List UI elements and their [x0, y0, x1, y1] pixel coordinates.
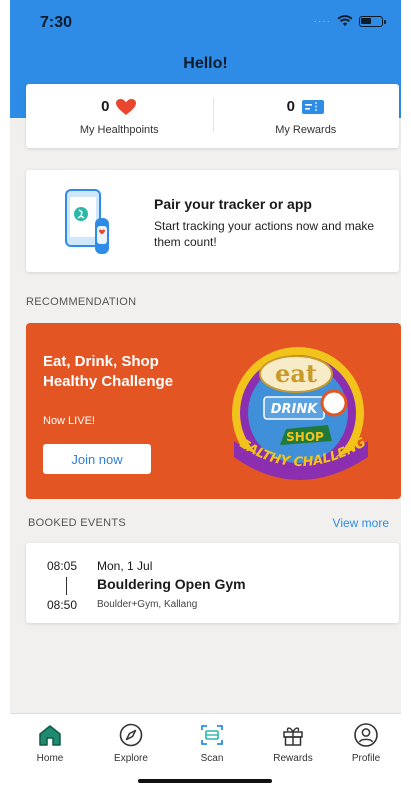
event-date: Mon, 1 Jul	[97, 559, 153, 573]
profile-icon	[354, 723, 378, 747]
nav-explore[interactable]: Explore	[96, 722, 166, 764]
stats-card: 0 My Healthpoints 0 My Rewards	[26, 84, 399, 148]
challenge-banner[interactable]: Eat, Drink, Shop Healthy Challenge Now L…	[26, 323, 401, 499]
ticket-icon	[301, 99, 324, 114]
heart-icon	[116, 98, 137, 115]
event-end-time: 08:50	[47, 598, 78, 612]
nav-profile-label: Profile	[351, 753, 381, 764]
event-start-time: 08:05	[47, 559, 78, 573]
view-more-link[interactable]: View more	[333, 516, 389, 530]
status-bar: 7:30 ····	[10, 0, 401, 44]
rewards-value: 0	[286, 98, 295, 115]
pair-card-title: Pair your tracker or app	[154, 196, 312, 212]
nav-rewards[interactable]: Rewards	[258, 722, 328, 764]
challenge-art-image: eat DRINK SHOP HEALTHY CHALLENGE	[216, 337, 369, 480]
nav-explore-label: Explore	[114, 753, 148, 764]
challenge-status: Now LIVE!	[43, 415, 95, 427]
healthpoints-label: My Healthpoints	[79, 123, 159, 136]
event-title: Bouldering Open Gym	[97, 576, 246, 592]
status-time: 7:30	[40, 14, 73, 31]
app-screen: 7:30 ···· Hello! 0 My Healthpoints 0 My …	[0, 0, 411, 789]
join-now-button[interactable]: Join now	[43, 444, 151, 474]
nav-rewards-label: Rewards	[273, 753, 313, 764]
greeting-title: Hello!	[183, 55, 228, 72]
status-icons: ····	[313, 15, 386, 27]
compass-icon	[119, 723, 143, 747]
wifi-icon	[337, 15, 353, 26]
bottom-nav: Home Explore Scan Rewards Profile	[10, 713, 401, 789]
nav-scan[interactable]: Scan	[177, 722, 247, 764]
event-time-divider	[66, 577, 67, 595]
challenge-title: Eat, Drink, Shop Healthy Challenge	[43, 353, 174, 390]
pair-tracker-card[interactable]: Pair your tracker or app Start tracking …	[26, 170, 399, 272]
gift-icon	[283, 727, 303, 746]
event-card[interactable]: 08:05 08:50 Mon, 1 Jul Bouldering Open G…	[26, 543, 399, 623]
healthpoints-value: 0	[101, 98, 110, 115]
art-eat-text: eat	[275, 359, 317, 388]
rewards-stat[interactable]: 0 My Rewards	[212, 84, 400, 148]
nav-profile[interactable]: Profile	[331, 722, 401, 764]
signal-icon: ····	[313, 15, 331, 27]
art-drink-text: DRINK	[271, 402, 319, 417]
pair-card-subtitle: Start tracking your actions now and make…	[154, 219, 375, 249]
nav-home[interactable]: Home	[15, 722, 85, 764]
home-indicator	[138, 779, 272, 783]
scan-icon	[201, 725, 223, 745]
nav-scan-label: Scan	[200, 753, 224, 764]
battery-icon	[359, 15, 386, 27]
home-icon	[39, 725, 61, 746]
tracker-phone-icon	[65, 189, 109, 254]
rewards-label: My Rewards	[275, 123, 337, 136]
healthpoints-stat[interactable]: 0 My Healthpoints	[26, 84, 213, 148]
event-location: Boulder+Gym, Kallang	[97, 599, 198, 610]
art-shop-text: SHOP	[286, 430, 324, 444]
booked-events-label: BOOKED EVENTS	[28, 517, 127, 529]
recommendation-label: RECOMMENDATION	[26, 296, 137, 308]
nav-home-label: Home	[36, 753, 64, 764]
